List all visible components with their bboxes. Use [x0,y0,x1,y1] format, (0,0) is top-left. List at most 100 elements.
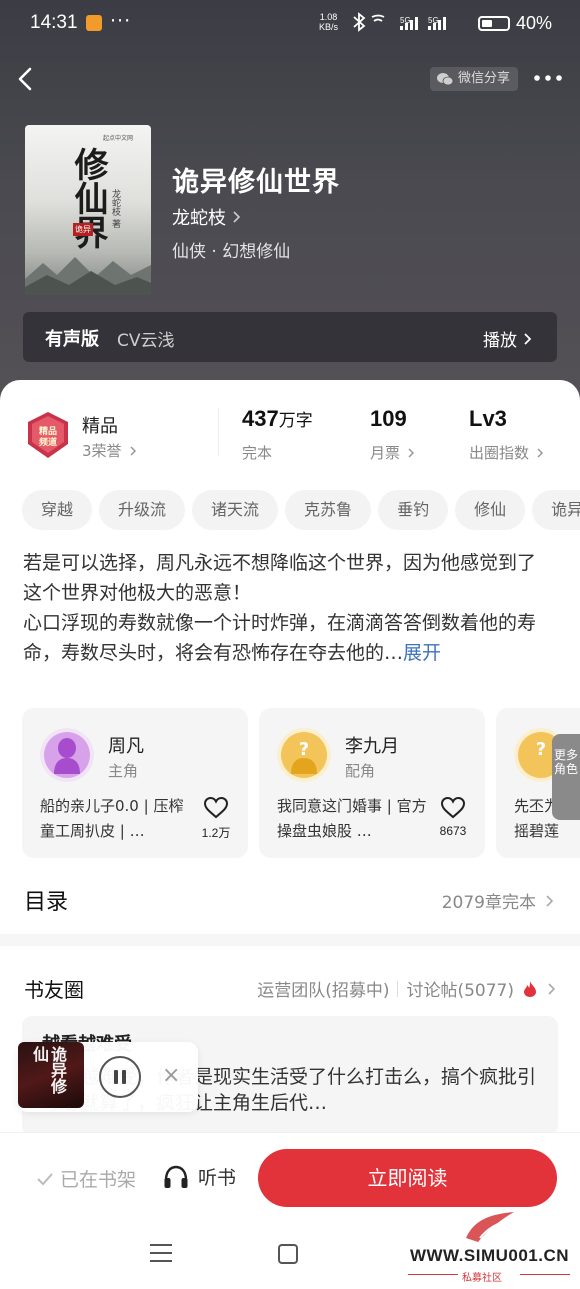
status-bar: 14:31 ··· 1.08 KB/s 5G 5G 40% [0,0,580,48]
svg-text:?: ? [536,739,546,760]
monthly-votes-label: 月票 [370,444,401,462]
chevron-right-icon [233,211,241,223]
audio-version-bar[interactable]: 有声版 CV云浅 播放 [23,312,557,362]
chevron-right-icon [537,447,544,458]
like-button[interactable]: 8673 [433,796,473,838]
book-genre: 仙侠 · 幻想修仙 [172,242,291,262]
status-dots: ··· [110,10,132,32]
chevron-right-icon [548,982,556,995]
tag-list: 穿越 升级流 诸天流 克苏鲁 垂钓 修仙 诡异 [22,490,580,530]
honors-link[interactable]: 3荣誉 [82,440,140,461]
status-time: 14:31 [30,12,78,33]
character-type: 主角 [108,762,139,780]
tag-item[interactable]: 诡异 [532,490,580,530]
toc-title: 目录 [24,890,69,915]
tag-item[interactable]: 穿越 [22,490,93,530]
watermark: WWW.SIMU001.CN 私募社区 [402,1208,577,1284]
circle-title: 书友圈 [24,978,84,1002]
cover-mountains [25,257,151,295]
wechat-icon [437,72,454,85]
book-cover[interactable]: 起点中文网 修仙界 诡异 龙蛇枝 著 [25,125,151,295]
chevron-right-icon [546,894,554,907]
toc-info: 2079章完本 [442,888,556,913]
quality-badge-icon[interactable]: 精品 频道 [24,410,72,460]
mini-cover-text: 诡异修仙 [30,1046,67,1094]
audio-play-button[interactable]: 播放 [483,326,533,351]
status-icons: 5G 5G [350,12,468,38]
character-type: 配角 [345,762,376,780]
author-link[interactable]: 龙蛇枝 [172,204,242,230]
on-shelf-status: 已在书架 [36,1165,136,1192]
section-divider [0,934,580,946]
more-characters-button[interactable]: 更多角色 [552,734,580,820]
word-count-unit: 万字 [278,411,313,431]
book-title: 诡异修仙世界 [172,167,340,198]
check-icon [37,1172,53,1185]
watermark-sub: 私募社区 [462,1273,502,1284]
mini-audio-player[interactable]: 诡异修仙 × [18,1042,198,1112]
cover-badge: 诡异 [73,223,93,236]
heart-icon [440,796,466,819]
close-player-button[interactable]: × [162,1064,180,1088]
pause-button[interactable] [99,1056,141,1098]
stats-divider [218,408,219,456]
word-count: 437万字 [242,406,313,432]
character-name: 周凡 [108,736,144,757]
net-speed-value: 1.08 [319,12,338,22]
like-button[interactable]: 1.2万 [196,796,236,841]
word-status: 完本 [242,444,273,462]
monthly-votes-link[interactable]: 月票 [370,442,418,463]
watermark-site: WWW.SIMU001.CN [409,1246,570,1265]
listen-label: 听书 [198,1167,237,1189]
listen-button[interactable]: 听书 [162,1163,236,1190]
watermark-logo [466,1212,514,1242]
more-button[interactable] [532,64,564,94]
table-of-contents-row[interactable]: 目录 2079章完本 [0,868,580,928]
stats-row: 精品 频道 精品 3荣誉 437万字 完本 109 月票 Lv3 出圈指数 [0,402,580,472]
word-count-value: 437 [242,406,279,431]
tag-item[interactable]: 垂钓 [378,490,449,530]
chevron-left-icon [18,67,32,91]
expand-link[interactable]: 展开 [403,642,441,664]
book-hero: 14:31 ··· 1.08 KB/s 5G 5G 40% 微信分享 起点中文网… [0,0,580,420]
level-value: Lv3 [469,406,507,431]
read-now-button[interactable]: 立即阅读 [258,1149,557,1207]
character-card[interactable]: ? 李九月 配角 我同意这门婚事 | 官方操盘虫娘股 … 8673 [259,708,485,858]
mini-player-cover[interactable]: 诡异修仙 [18,1042,84,1108]
synopsis[interactable]: 若是可以选择，周凡永远不想降临这个世界，因为他感觉到了这个世界对他极大的恶意！ … [23,548,553,668]
fire-icon [524,980,536,997]
like-count: 1.2万 [201,826,231,840]
watermark-line [408,1274,458,1275]
character-card[interactable]: 周凡 主角 船的亲儿子0.0 | 压榨童工周扒皮 | … 1.2万 [22,708,248,858]
audio-label: 有声版 [45,329,99,350]
watermark-line [520,1274,570,1275]
svg-text:?: ? [299,739,309,760]
rank-label: 精品 [82,416,118,437]
synopsis-line-2: 心口浮现的寿数就像一个计时炸弹，在滴滴答答倒数着他的寿命，寿数尽头时，将会有恐怖… [23,612,537,664]
home-button[interactable] [278,1244,298,1264]
tag-item[interactable]: 升级流 [99,490,186,530]
back-button[interactable] [10,60,46,100]
character-desc: 我同意这门婚事 | 官方操盘虫娘股 … [277,797,427,840]
monthly-votes-value: 109 [370,406,407,431]
book-circle-header: 书友圈 运营团队(招募中) 讨论帖(5077) [0,956,580,1016]
on-shelf-label: 已在书架 [60,1169,137,1191]
chevron-right-icon [408,447,415,458]
battery-icon [478,16,510,31]
recent-apps-button[interactable] [150,1244,172,1262]
share-label: 微信分享 [458,71,511,86]
level-link[interactable]: 出圈指数 [469,442,547,463]
discussion-link[interactable]: 讨论帖(5077) [406,976,514,1001]
cover-author: 龙蛇枝 著 [110,189,120,228]
svg-text:频道: 频道 [39,436,57,448]
bluetooth-wifi-signal-icon: 5G 5G [353,12,446,32]
character-desc: 船的亲儿子0.0 | 压榨童工周扒皮 | … [40,797,184,840]
tag-item[interactable]: 修仙 [455,490,526,530]
ops-team-link[interactable]: 运营团队(招募中) [257,976,389,1001]
tag-item[interactable]: 克苏鲁 [285,490,372,530]
character-avatar [40,728,94,782]
net-speed-unit: KB/s [319,22,339,32]
tag-item[interactable]: 诸天流 [192,490,279,530]
honors-count: 3荣誉 [82,442,122,460]
wechat-share-button[interactable]: 微信分享 [430,67,519,91]
